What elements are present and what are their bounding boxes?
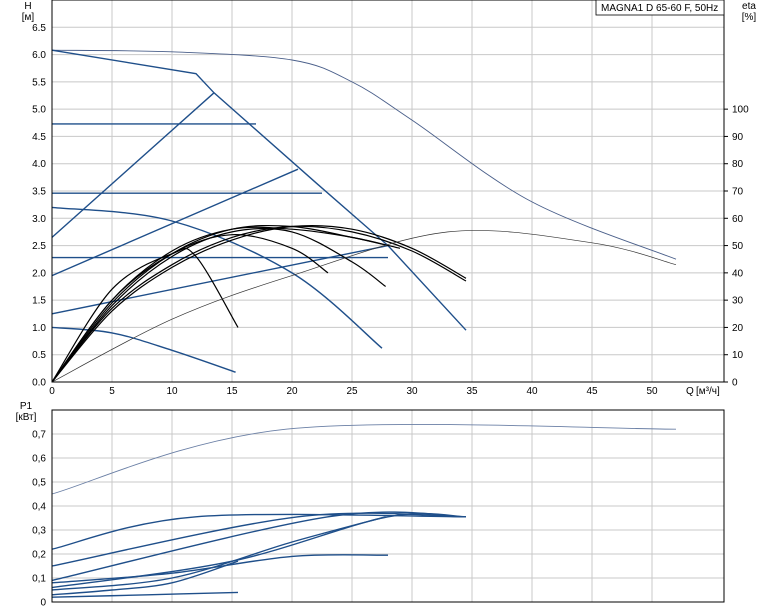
y-axis-unit: [м]: [22, 12, 35, 23]
y-tick-label: 1.5: [32, 296, 46, 307]
x-tick-label: 15: [226, 386, 238, 397]
y2-tick-label: 80: [732, 159, 744, 170]
y-tick-label: 3.5: [32, 187, 46, 198]
power-y-tick-label: 0,4: [32, 502, 46, 513]
power-panel: 0 0,1 0,2 0,3 0,4 0,5 0,6 0,7 P1 [кВт]: [16, 401, 725, 609]
x-tick-label: 40: [526, 386, 538, 397]
x-axis-label: Q: [686, 386, 694, 397]
x-tick-label: 45: [586, 386, 598, 397]
y-tick-label: 6.0: [32, 50, 46, 61]
y-tick-label: 1.0: [32, 323, 46, 334]
power-y-tick-label: 0,1: [32, 574, 46, 585]
x-tick-label: 20: [286, 386, 298, 397]
power-y-tick-label: 0,3: [32, 526, 46, 537]
y-tick-label: 4.5: [32, 132, 46, 143]
y2-tick-label: 40: [732, 268, 744, 279]
y2-tick-label: 20: [732, 323, 744, 334]
y-tick-label: 0.5: [32, 350, 46, 361]
x-tick-label: 50: [646, 386, 658, 397]
x-tick-label: 10: [166, 386, 178, 397]
y-tick-label: 0.0: [32, 378, 46, 389]
x-tick-label: 30: [406, 386, 418, 397]
y2-tick-label: 30: [732, 296, 744, 307]
y2-tick-label: 50: [732, 241, 744, 252]
y-tick-label: 6.5: [32, 23, 46, 34]
power-y-tick-label: 0,6: [32, 454, 46, 465]
x-tick-label: 35: [466, 386, 478, 397]
chart-title: MAGNA1 D 65-60 F, 50Hz: [601, 3, 718, 14]
x-tick-label: 5: [109, 386, 115, 397]
x-axis-unit: [м³/ч]: [696, 386, 720, 397]
y-tick-label: 3.0: [32, 214, 46, 225]
y2-tick-label: 60: [732, 214, 744, 225]
chart-title-box: MAGNA1 D 65-60 F, 50Hz: [595, 0, 725, 16]
power-y-tick-label: 0,2: [32, 550, 46, 561]
y-tick-label: 2.0: [32, 268, 46, 279]
y-axis-label: H: [24, 1, 31, 12]
y2-axis-unit: [%]: [742, 12, 757, 23]
y2-tick-label: 100: [732, 105, 749, 116]
y-tick-label: 2.5: [32, 241, 46, 252]
y2-tick-label: 90: [732, 132, 744, 143]
y-tick-label: 5.0: [32, 105, 46, 116]
y2-axis-label: eta: [742, 1, 756, 12]
y2-tick-label: 10: [732, 350, 744, 361]
power-tick-labels: 0 0,1 0,2 0,3 0,4 0,5 0,6 0,7: [32, 430, 46, 609]
power-y-tick-label: 0,7: [32, 430, 46, 441]
pump-performance-chart: 0 5 10 15 20 25 30 35 40 45 50 0.0 0.5 1.0 1.5 2.0 2.5 3.…: [16, 0, 757, 609]
y-tick-label: 4.0: [32, 159, 46, 170]
power-y-axis-unit: [кВт]: [16, 412, 37, 423]
power-y-axis-label: P1: [20, 401, 33, 412]
power-y-tick-label: 0: [40, 598, 46, 609]
y2-tick-label: 0: [732, 378, 738, 389]
head-panel: 0 5 10 15 20 25 30 35 40 45 50 0.0 0.5 1.0 1.5 2.0 2.5 3.…: [22, 0, 757, 397]
x-tick-label: 0: [49, 386, 55, 397]
y2-tick-label: 70: [732, 187, 744, 198]
power-y-tick-label: 0,5: [32, 478, 46, 489]
y-tick-label: 5.5: [32, 77, 46, 88]
x-tick-label: 25: [346, 386, 358, 397]
